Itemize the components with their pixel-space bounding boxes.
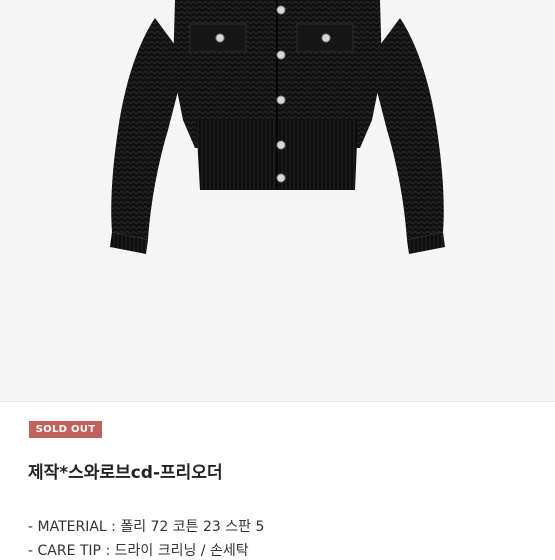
divider (0, 401, 555, 402)
sold-out-badge: SOLD OUT (29, 421, 102, 438)
product-photo[interactable] (0, 0, 555, 401)
product-title: 제작*스와로브cd-프리오더 (28, 463, 223, 483)
material-info: - MATERIAL : 폴리 72 코튼 23 스판 5 (28, 519, 265, 535)
care-tip-info: - CARE TIP : 드라이 크리닝 / 손세탁 (28, 543, 249, 559)
jacket-image (110, 0, 445, 254)
